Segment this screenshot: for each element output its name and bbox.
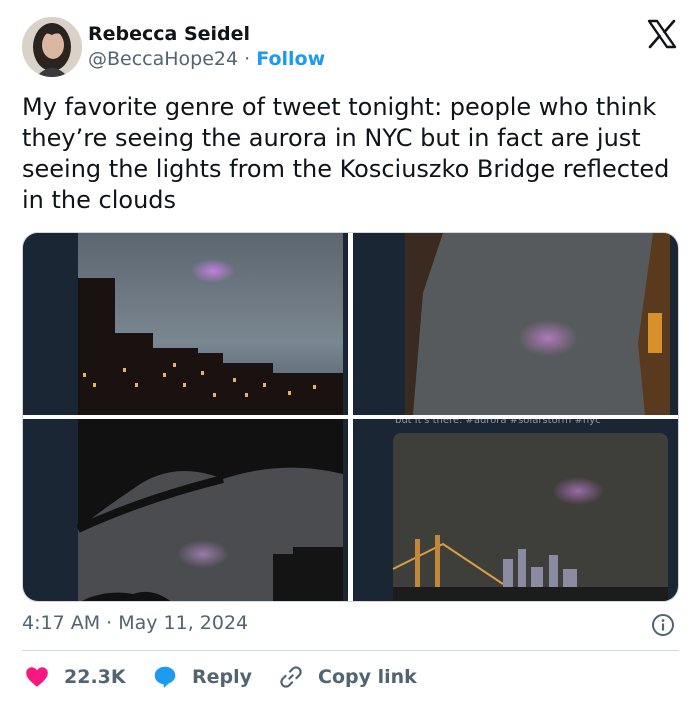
divider — [22, 650, 679, 651]
author-name[interactable]: Rebecca Seidel — [88, 23, 250, 45]
media-grid: but it's there. #aurora #solarstorm #nyc — [22, 232, 679, 602]
action-bar: 22.3K Reply Copy link — [22, 660, 679, 694]
reply-label: Reply — [192, 666, 253, 688]
avatar[interactable] — [22, 17, 82, 77]
speech-bubble-icon — [154, 666, 176, 688]
reply-button[interactable]: Reply — [152, 660, 252, 694]
tweet-header: Rebecca Seidel @BeccaHope24 · Follow — [22, 15, 680, 79]
tweet-image-4[interactable]: but it's there. #aurora #solarstorm #nyc — [353, 419, 678, 601]
image-4-caption: but it's there. #aurora #solarstorm #nyc — [395, 419, 601, 426]
follow-button[interactable]: Follow — [256, 48, 325, 70]
like-button[interactable]: 22.3K — [24, 660, 126, 694]
tweet-image-3[interactable] — [23, 419, 348, 601]
tweet-image-1[interactable] — [23, 233, 348, 415]
tweet-timestamp[interactable]: 4:17 AM · May 11, 2024 — [22, 612, 248, 634]
heart-icon — [26, 667, 48, 687]
tweet-text: My favorite genre of tweet tonight: peop… — [22, 93, 670, 214]
link-icon — [280, 666, 302, 688]
tweet-image-2[interactable] — [353, 233, 678, 415]
copy-link-label: Copy link — [318, 666, 417, 688]
author-handle[interactable]: @BeccaHope24 — [88, 48, 238, 70]
like-count: 22.3K — [64, 666, 126, 688]
handle-separator: · — [238, 48, 257, 70]
info-icon[interactable] — [651, 613, 675, 637]
copy-link-button[interactable]: Copy link — [278, 660, 417, 694]
handle-row: @BeccaHope24 · Follow — [88, 48, 325, 70]
x-logo-icon[interactable] — [646, 18, 678, 50]
